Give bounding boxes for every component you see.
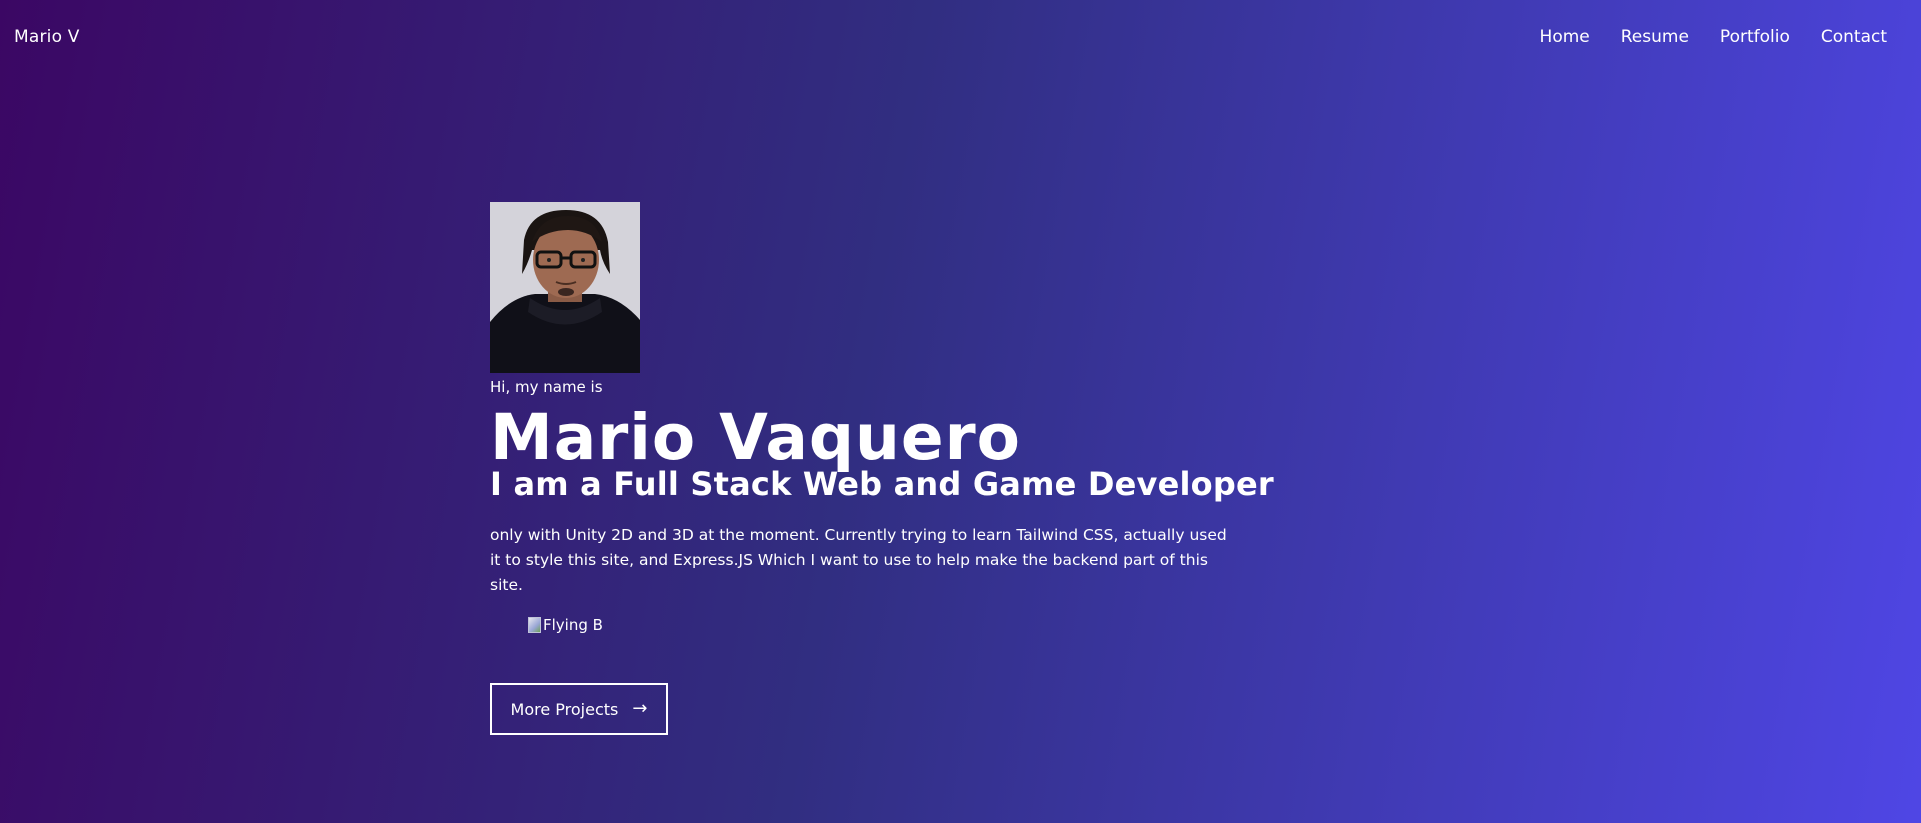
broken-image-icon <box>528 617 541 633</box>
hero-section: Hi, my name is Mario Vaquero I am a Full… <box>490 202 1390 735</box>
hero-headline: I am a Full Stack Web and Game Developer <box>490 465 1274 503</box>
intro-text: Hi, my name is <box>490 378 603 396</box>
nav-link-contact[interactable]: Contact <box>1821 27 1887 47</box>
nav-link-resume[interactable]: Resume <box>1621 27 1689 47</box>
broken-image: Flying B <box>528 613 1390 637</box>
top-navigation: Mario V Home Resume Portfolio Contact <box>0 0 1921 74</box>
profile-photo <box>490 202 640 373</box>
brand-logo-text[interactable]: Mario V <box>14 27 80 47</box>
more-projects-button[interactable]: More Projects → <box>490 683 668 735</box>
nav-link-portfolio[interactable]: Portfolio <box>1720 27 1790 47</box>
nav-links: Home Resume Portfolio Contact <box>1540 27 1887 47</box>
image-alt-text: Flying B <box>543 616 603 634</box>
arrow-right-icon: → <box>632 698 648 719</box>
nav-link-home[interactable]: Home <box>1540 27 1590 47</box>
hero-name: Mario Vaquero <box>490 401 1021 474</box>
hero-description: only with Unity 2D and 3D at the moment.… <box>490 526 1227 594</box>
more-projects-label: More Projects <box>510 699 619 719</box>
